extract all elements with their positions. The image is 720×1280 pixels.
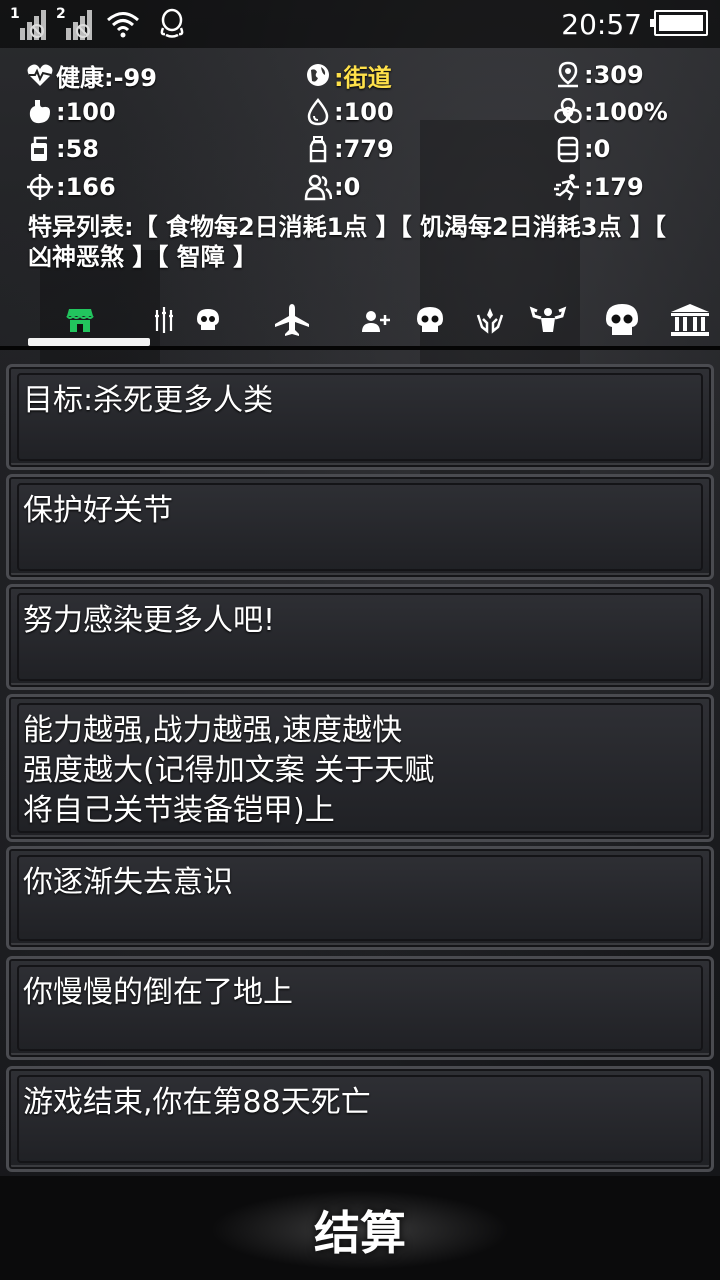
battery-icon xyxy=(650,10,708,36)
tab-bar xyxy=(0,300,720,350)
biohazard-icon xyxy=(554,98,582,126)
muscle-icon xyxy=(529,306,567,332)
bank-icon xyxy=(671,304,709,336)
infection-value: :100% xyxy=(584,98,668,126)
tab-bank[interactable] xyxy=(666,300,714,340)
tab-weapons[interactable] xyxy=(144,300,184,340)
tab-add-person[interactable] xyxy=(358,300,394,340)
heartbeat-icon xyxy=(26,61,54,89)
bottle-value: :779 xyxy=(334,135,394,163)
distance-value: :309 xyxy=(584,61,644,89)
item-value: :0 xyxy=(584,135,611,163)
tab-divider xyxy=(0,346,720,350)
running-icon xyxy=(554,173,582,201)
water-value: :100 xyxy=(334,98,394,126)
stat-bottle: :779 xyxy=(304,132,394,166)
stat-infection: :100% xyxy=(554,95,668,129)
tab-skull-large[interactable] xyxy=(600,300,644,340)
active-tab-indicator xyxy=(28,338,150,346)
sim2-label: 2 xyxy=(56,6,66,22)
weapons-icon xyxy=(155,307,173,333)
location-value: :街道 xyxy=(334,63,392,92)
message-card: 能力越强,战力越强,速度越快 强度越大(记得加文案 关于天赋 将自己关节装备铠甲… xyxy=(6,694,714,842)
stomach-icon xyxy=(26,98,54,126)
message-card: 你慢慢的倒在了地上 xyxy=(6,956,714,1060)
stat-location: :街道 xyxy=(304,58,392,92)
stomach-value: :100 xyxy=(56,98,116,126)
bottle-icon xyxy=(304,135,332,163)
settle-button[interactable]: 结算 xyxy=(210,1190,510,1270)
message-card: 努力感染更多人吧! xyxy=(6,584,714,690)
traits-list: 特异列表:【 食物每2日消耗1点 】【 饥渴每2日消耗3点 】【 凶神恶煞 】【… xyxy=(28,213,666,271)
speed-value: :179 xyxy=(584,173,644,201)
barrel-icon xyxy=(554,135,582,163)
stat-food: :58 xyxy=(26,132,99,166)
qq-icon xyxy=(160,8,184,38)
tab-hands[interactable] xyxy=(470,300,510,340)
message-card: 保护好关节 xyxy=(6,474,714,580)
status-bar: 1 2 20:57 xyxy=(0,0,720,48)
message-card: 你逐渐失去意识 xyxy=(6,846,714,950)
message-text: 你慢慢的倒在了地上 xyxy=(23,975,293,1010)
skull-icon xyxy=(417,307,443,332)
tab-skull[interactable] xyxy=(410,300,450,340)
message-text: 你逐渐失去意识 xyxy=(23,865,233,900)
wifi-icon xyxy=(107,12,139,38)
attack-value: :166 xyxy=(56,173,116,201)
message-card: 游戏结束,你在第88天死亡 xyxy=(6,1066,714,1172)
stat-distance: :309 xyxy=(554,58,644,92)
hands-icon xyxy=(476,308,504,334)
signal-sim2-icon: 2 xyxy=(56,6,96,40)
food-can-icon xyxy=(26,135,54,163)
food-value: :58 xyxy=(56,135,99,163)
tab-shop[interactable] xyxy=(60,300,100,340)
stat-stomach: :100 xyxy=(26,95,116,129)
people-value: :0 xyxy=(334,173,361,201)
message-text: 目标:杀死更多人类 xyxy=(23,383,274,418)
shop-icon xyxy=(66,309,94,332)
message-text: 游戏结束,你在第88天死亡 xyxy=(23,1085,371,1120)
water-drop-icon xyxy=(304,98,332,126)
add-person-icon xyxy=(362,311,390,332)
tab-airplane[interactable] xyxy=(270,300,314,340)
message-text: 保护好关节 xyxy=(23,493,173,528)
sim1-label: 1 xyxy=(10,6,20,22)
stat-water: :100 xyxy=(304,95,394,129)
tab-muscle[interactable] xyxy=(526,300,570,340)
message-text: 能力越强,战力越强,速度越快 强度越大(记得加文案 关于天赋 将自己关节装备铠甲… xyxy=(23,713,435,828)
globe-icon xyxy=(304,61,332,89)
stat-item: :0 xyxy=(554,132,610,166)
message-text: 努力感染更多人吧! xyxy=(23,603,276,638)
health-value: 健康:-99 xyxy=(56,63,157,92)
people-icon xyxy=(304,173,332,201)
stat-people: :0 xyxy=(304,170,360,204)
signal-sim1-icon: 1 xyxy=(10,6,50,40)
message-card: 目标:杀死更多人类 xyxy=(6,364,714,470)
stat-health: 健康:-99 xyxy=(26,58,157,92)
stat-attack: :166 xyxy=(26,170,116,204)
skull-small-icon xyxy=(197,309,219,330)
stat-speed: :179 xyxy=(554,170,644,204)
skull-large-icon xyxy=(606,304,638,335)
tab-skull-small[interactable] xyxy=(190,300,226,340)
crosshair-icon xyxy=(26,173,54,201)
clock: 20:57 xyxy=(561,8,642,41)
map-pin-icon xyxy=(554,61,582,89)
airplane-icon xyxy=(275,304,309,336)
